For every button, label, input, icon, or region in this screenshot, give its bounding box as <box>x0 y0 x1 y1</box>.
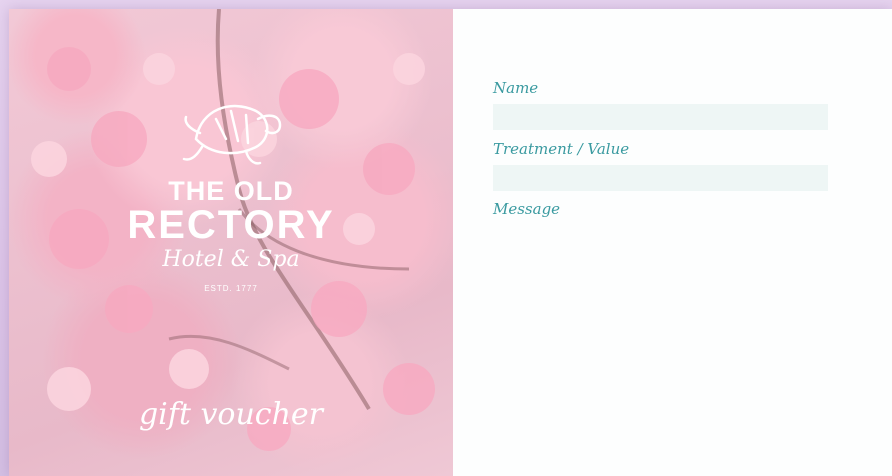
established-date: ESTD. 1777 <box>204 284 258 293</box>
brand-name-line2: RECTORY <box>127 203 335 247</box>
cherry-blossom-photo: THE OLD RECTORY Hotel & Spa ESTD. 1777 g… <box>9 9 453 476</box>
voucher-form: Name Treatment / Value Message <box>453 9 892 476</box>
brand-name-line1: THE OLD <box>168 176 294 206</box>
message-label: Message <box>493 200 561 218</box>
turtle-icon <box>182 104 282 165</box>
name-field[interactable] <box>493 104 828 130</box>
gift-voucher-card: THE OLD RECTORY Hotel & Spa ESTD. 1777 g… <box>9 9 892 476</box>
hotel-logo: THE OLD RECTORY Hotel & Spa ESTD. 1777 <box>9 89 453 293</box>
treatment-label: Treatment / Value <box>493 140 630 158</box>
voucher-title: gift voucher <box>138 397 324 432</box>
name-label: Name <box>493 79 539 97</box>
brand-subtitle: Hotel & Spa <box>162 247 300 272</box>
treatment-field[interactable] <box>493 165 828 191</box>
